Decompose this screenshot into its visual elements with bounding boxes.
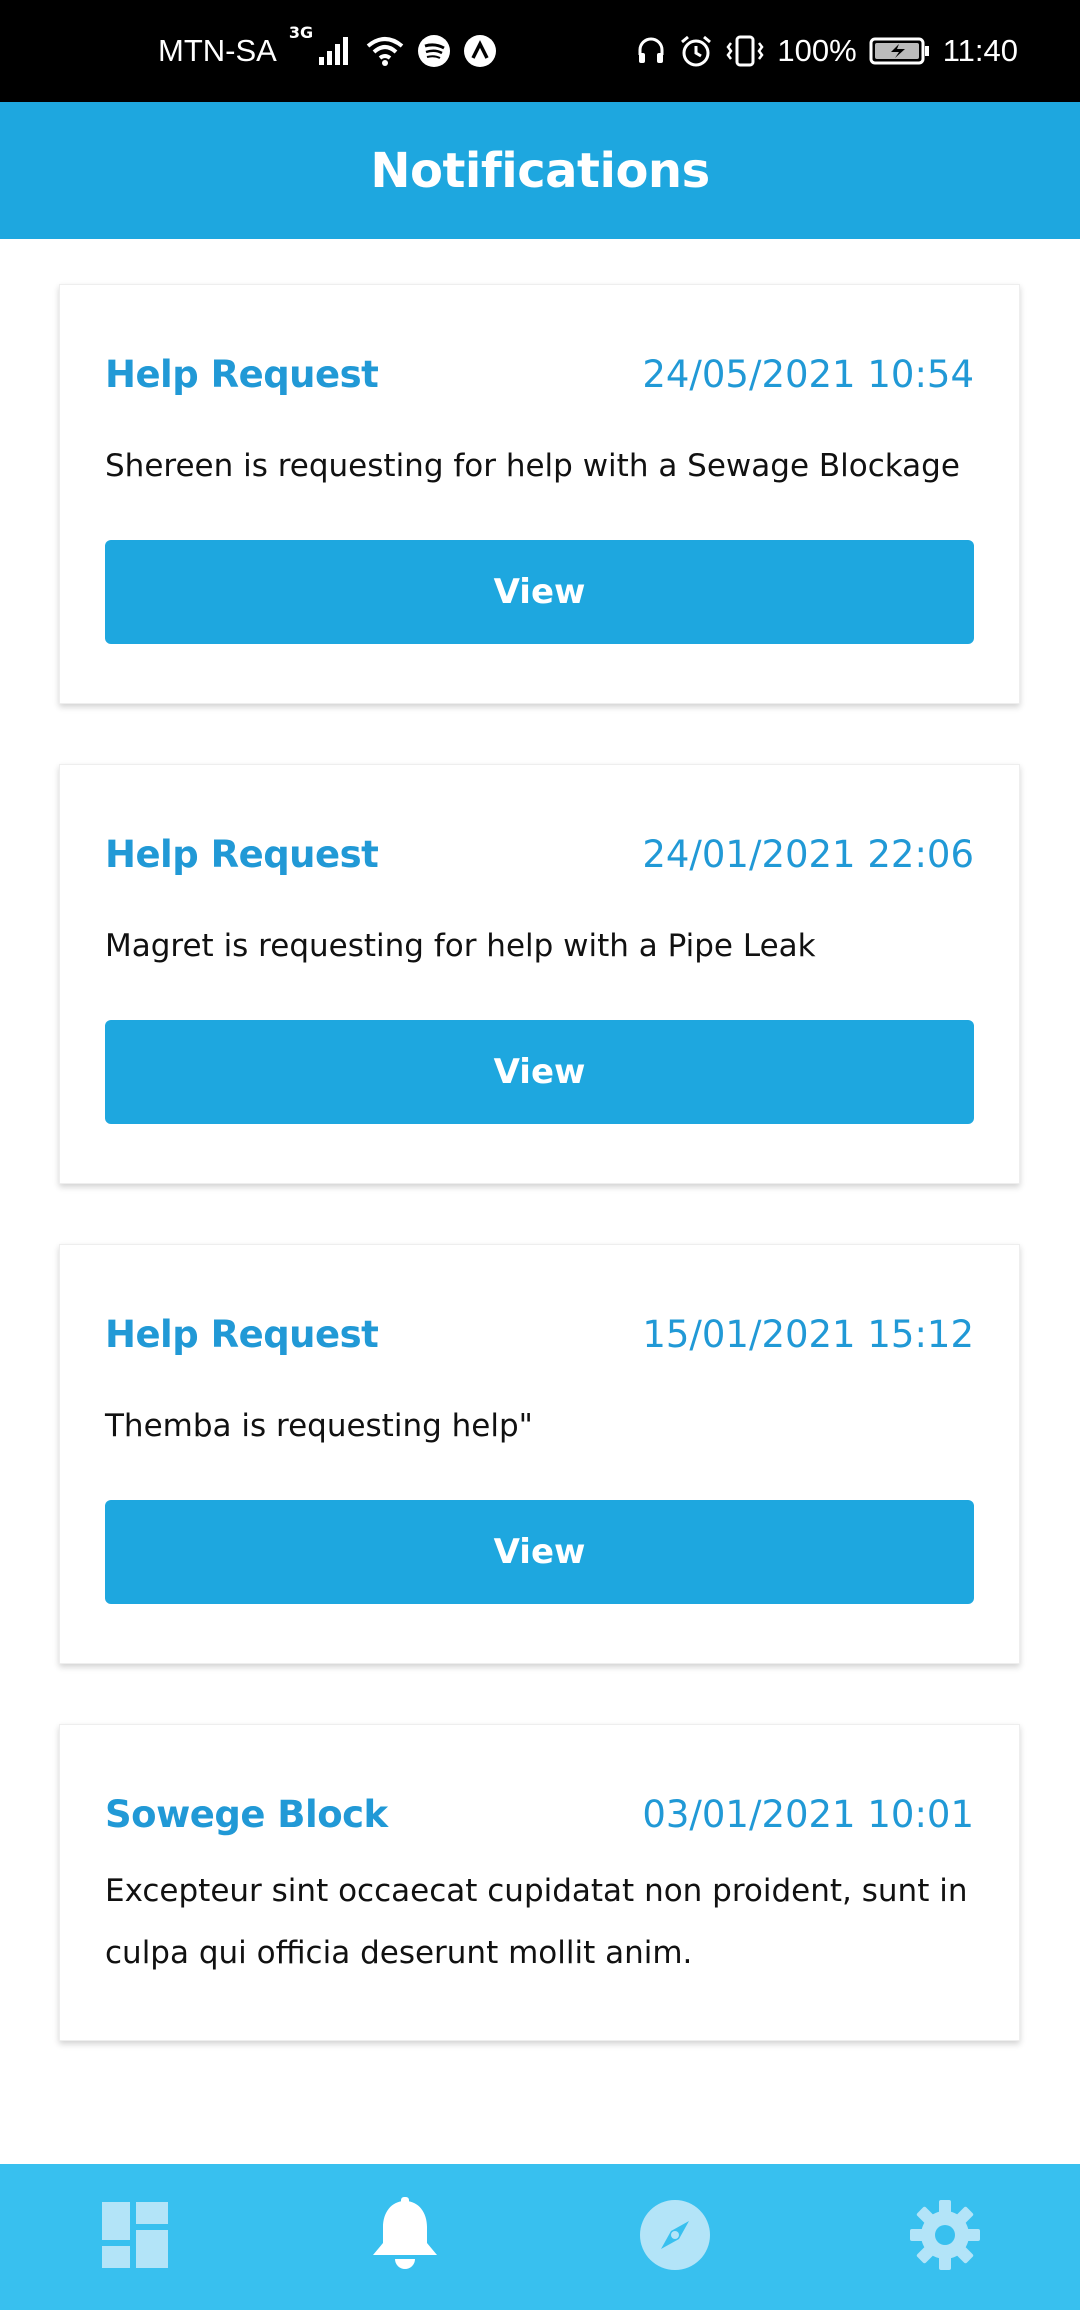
notification-title: Help Request	[105, 353, 379, 396]
compass-icon	[639, 2199, 711, 2275]
bell-icon	[369, 2197, 441, 2277]
network-type-label: 3G	[288, 23, 314, 42]
notification-date: 15/01/2021 15:12	[642, 1313, 974, 1356]
notification-card: Help Request 24/01/2021 22:06 Magret is …	[59, 764, 1020, 1184]
notification-message: Shereen is requesting for help with a Se…	[105, 448, 960, 484]
clock-label: 11:40	[942, 33, 1018, 68]
carrier-label: MTN-SA	[158, 33, 277, 68]
notification-message: Excepteur sint occaecat cupidatat non pr…	[105, 1873, 968, 1971]
view-button[interactable]: View	[105, 1020, 974, 1124]
alarm-icon	[679, 34, 713, 68]
app-a-icon	[463, 34, 497, 68]
dashboard-icon	[102, 2202, 168, 2272]
notification-card-header: Help Request 15/01/2021 15:12	[105, 1313, 974, 1356]
vibrate-icon	[725, 34, 765, 68]
wifi-icon	[365, 35, 405, 67]
signal-icon	[317, 35, 353, 67]
page-title: Notifications	[370, 142, 710, 199]
notification-title: Sowege Block	[105, 1793, 388, 1836]
nav-dashboard[interactable]	[65, 2164, 205, 2310]
notification-card: Help Request 15/01/2021 15:12 Themba is …	[59, 1244, 1020, 1664]
notification-card: Help Request 24/05/2021 10:54 Shereen is…	[59, 284, 1020, 704]
status-bar: MTN-SA 3G 100% 11:40	[0, 0, 1080, 102]
view-button[interactable]: View	[105, 540, 974, 644]
app-header: Notifications	[0, 102, 1080, 239]
battery-charging-icon	[869, 36, 931, 66]
notification-message: Magret is requesting for help with a Pip…	[105, 928, 816, 964]
notification-card-header: Help Request 24/01/2021 22:06	[105, 833, 974, 876]
notification-message: Themba is requesting help"	[105, 1408, 533, 1444]
nav-notifications[interactable]	[335, 2164, 475, 2310]
notification-date: 03/01/2021 10:01	[642, 1793, 974, 1836]
notification-card-header: Sowege Block 03/01/2021 10:01	[105, 1793, 974, 1836]
notification-card-header: Help Request 24/05/2021 10:54	[105, 353, 974, 396]
battery-percent-label: 100%	[777, 33, 857, 68]
notification-title: Help Request	[105, 1313, 379, 1356]
notification-date: 24/01/2021 22:06	[642, 833, 974, 876]
status-bar-right: 100% 11:40	[635, 33, 1018, 69]
nav-settings[interactable]	[875, 2164, 1015, 2310]
gear-icon	[910, 2200, 980, 2274]
spotify-icon	[417, 34, 451, 68]
bottom-navigation	[0, 2164, 1080, 2310]
status-bar-left: MTN-SA 3G	[158, 23, 497, 69]
notification-title: Help Request	[105, 833, 379, 876]
nav-explore[interactable]	[605, 2164, 745, 2310]
view-button[interactable]: View	[105, 1500, 974, 1604]
notification-card: Sowege Block 03/01/2021 10:01 Excepteur …	[59, 1724, 1020, 2041]
headphones-icon	[635, 35, 667, 67]
notification-date: 24/05/2021 10:54	[642, 353, 974, 396]
